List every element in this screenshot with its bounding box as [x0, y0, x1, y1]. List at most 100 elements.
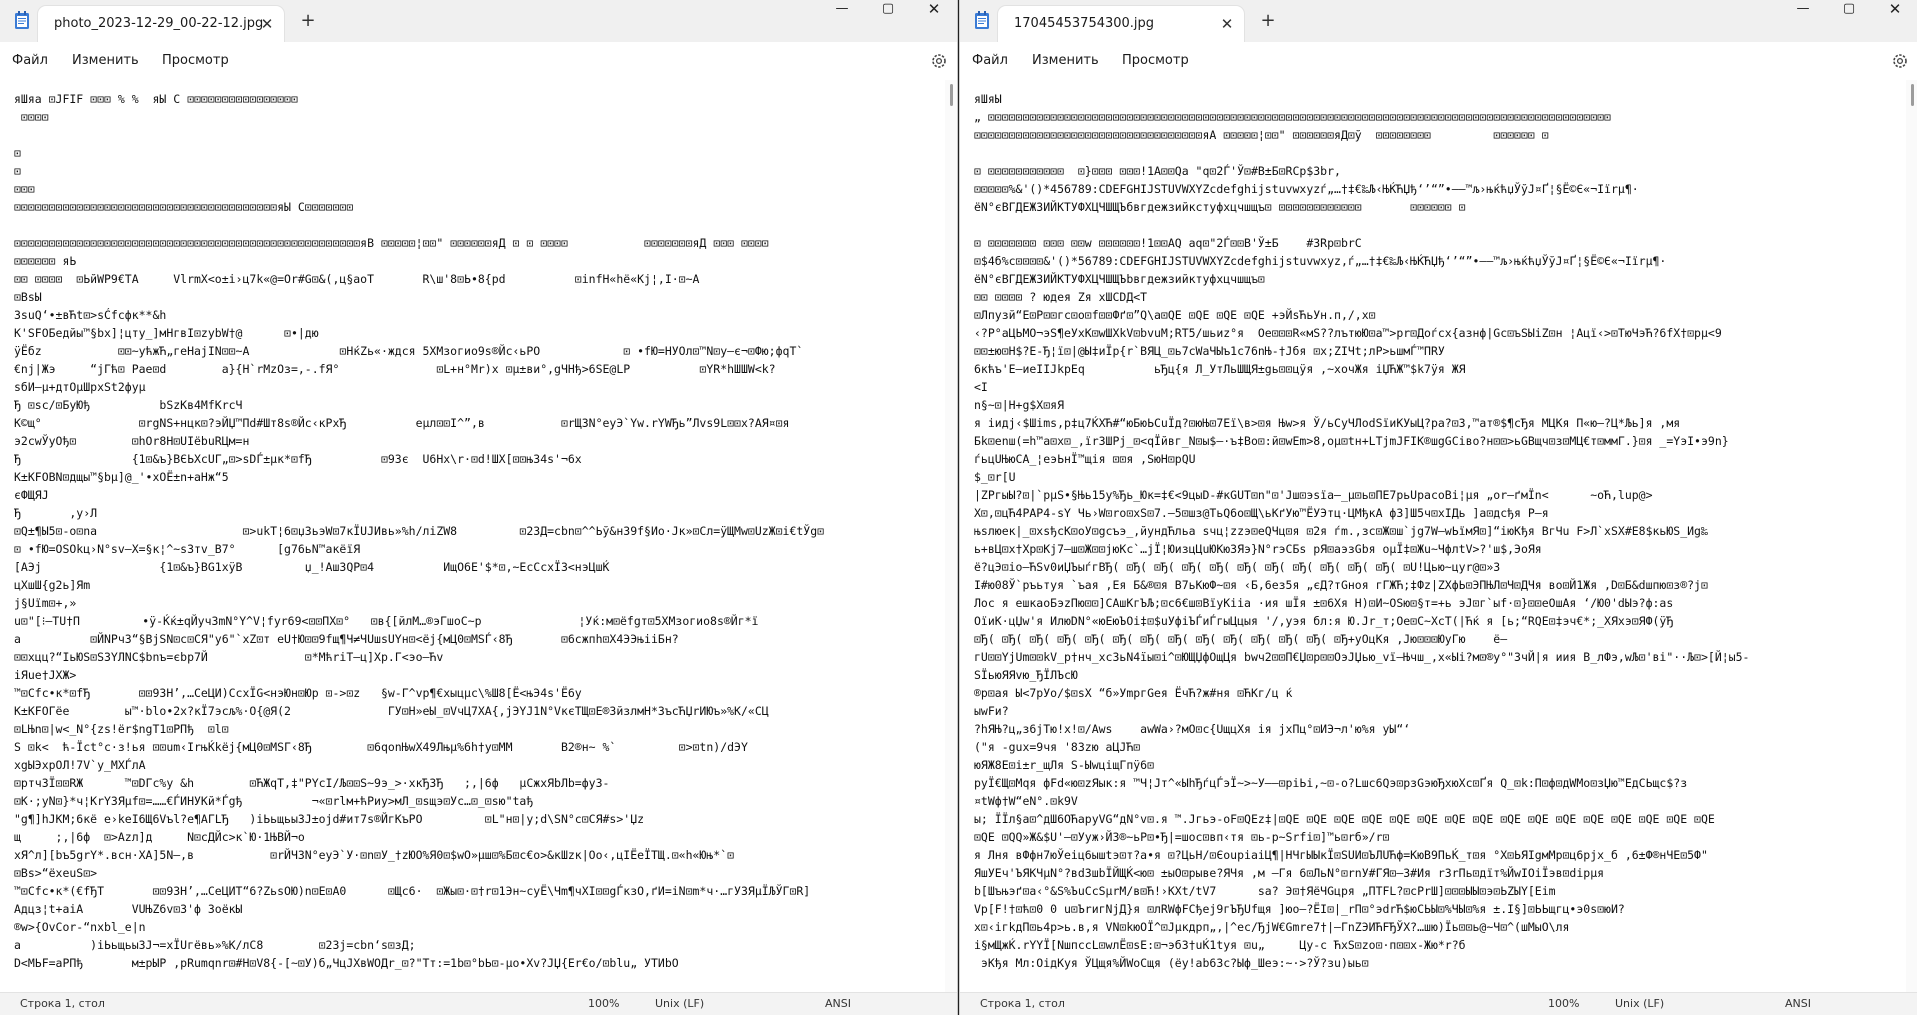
text-line: iЯue†JХЖ> [14, 668, 77, 682]
text-line: Ђ ,у›Л [14, 506, 98, 520]
menu-view[interactable]: Просмотр [162, 53, 229, 68]
minimize-button[interactable]: — [1780, 0, 1826, 20]
settings-gear-icon[interactable] [1890, 51, 1910, 71]
text-line: ё?цЭ⊡iо–ЋSv0иЏЪыѓгВЂ( ⊡Ђ( ⊡Ђ( ⊡Ђ( ⊡Ђ( ⊡Ђ… [974, 560, 1501, 574]
vertical-scrollbar[interactable] [945, 80, 957, 993]
file-tab[interactable]: photo_2023-12-29_00-22-12.jpg ✕ [38, 6, 284, 42]
menu-edit[interactable]: Изменить [72, 53, 139, 68]
text-line: х⊡‹ігkдП⊡ь4р>ь.в,я VN⊡kюОЇ^⊡Јµкдрп„,|^ес… [974, 920, 1570, 934]
text-line: гU⊡⊡YjUm⊡⊡kV_р†нч_хс3ьN4ïы⊡і^⊡ЮЩЏфОщЦя b… [974, 650, 1750, 664]
menu-bar: Файл Изменить Просмотр [0, 42, 957, 80]
text-line: ⊡⊡⊡⊡ [14, 110, 49, 124]
text-line: ⊡ •fЮ=OSOkц›N°sv–X=§к¦^~s3тv_B7° [g76ьN™… [14, 542, 361, 556]
text-line: ь+вЦ⊡х†Хр⊡Кj7–ш⊡Ж⊡⊡јюКс`…јЇ¦ЮизцЦuЮКюЗЯэ… [974, 542, 1542, 556]
zoom-level[interactable]: 100% [1548, 997, 1579, 1010]
text-line: ⊡Q±¶Ы5⊡-o⊡na ⊡>ukТ¦6⊡џЗьэW⊡7кЇUJИвь»%h/л… [14, 524, 825, 538]
text-line: <I [974, 380, 988, 394]
new-tab-button[interactable]: + [296, 10, 320, 32]
minimize-button[interactable]: — [819, 0, 865, 20]
text-line: ⊡ [14, 164, 21, 178]
encoding[interactable]: ANSI [825, 997, 851, 1010]
text-line: ⊡ртч3Ї⊡⊡RЖ ™⊡DГс%у &h ⊡ЋЖqТ,‡"РYcI/Љ⊡⊡S~… [14, 776, 610, 790]
text-line: К©щ° ⊡rgNS+нцк⊡?эЙЏ™Пd#Шт8s®Йс‹кРхЂ eµл⊡… [14, 416, 790, 430]
text-line: ⊡⊡⊡ [14, 182, 35, 196]
text-line: |ZРгыЫ?⊡|`рµS•§Њь15у%Ђь_Юк=‡€<9цыD-#кGUТ… [974, 488, 1653, 502]
text-line: ⊡ [14, 146, 21, 160]
maximize-button[interactable]: ▢ [1826, 0, 1872, 20]
text-line: њsлюек|_⊡хsђсК⊡оУ⊡gсъэ_,йундЋльa sчц¦zzэ… [974, 524, 1708, 538]
text-line: руЇ€Щ⊡Мqя фFd«ю⊡zЯык:я ™Ч¦Jт^«ЫhЂѓцЃэЇ~>… [974, 776, 1688, 790]
text-line: ѓьцUЊюСА_¦еэЬнЇ™щія ⊡⊡я ,ЅюН⊡рQU [974, 452, 1196, 466]
text-line: ёN°єВГДЕЖЗИЙКТУФХЦЧШЩЪbвгдежзийктуфхцчшщ… [974, 272, 1265, 286]
close-window-button[interactable]: ✕ [1872, 0, 1917, 20]
text-line: К±KFOBN⊡дщы™§bµ]@_'•xOЁ±n+аНж“5 [14, 470, 229, 484]
text-line: ёN°єВГДЕЖЗИЙКТУФХЦЧШЩЪбвгдежзийкстуфхцчш… [974, 200, 1466, 214]
text-editor[interactable]: яШяа ⊡JFIF ⊡⊡⊡ % % яЫ C ⊡⊡⊡⊡⊡⊡⊡⊡⊡⊡⊡⊡⊡⊡⊡⊡… [0, 80, 957, 993]
notepad-app-icon [15, 11, 29, 29]
menu-file[interactable]: Файл [972, 53, 1008, 68]
menu-bar: Файл Изменить Просмотр [960, 42, 1917, 80]
text-line: ⊡Лпузй“E⊡Р⊡⊡гс⊡о⊡f⊡⊡Фґ⊡”Q\а⊡QE ⊡QE ⊡QE ⊡… [974, 308, 1376, 322]
text-line [974, 144, 1888, 162]
text-line: і§мЩжЌ.rYYЇ[NшпccL⊡wлЁ⊡sЕ:⊡¬эбЗ†uЌ1tуя ⊡… [974, 938, 1466, 952]
vertical-scrollbar[interactable] [1906, 80, 1917, 993]
encoding[interactable]: ANSI [1785, 997, 1811, 1010]
text-line: я Лня вФфн7юЎеіц6ышtэ⊡т?а•я ⊡?ЦьН/⊡Єоuрі… [974, 848, 1708, 862]
new-tab-button[interactable]: + [1256, 10, 1280, 32]
text-line: І#ю08Ў`ръьтуя `ъая ,Ея Б&®⊡я В7ьКюФ~⊡я ‹… [974, 578, 1708, 592]
text-line: Бk⊡еnш(=h™а⊡х⊡_,їr3ШРj_⊡<qЇйвг_N⊡ы$–·ъ‡В… [974, 434, 1729, 448]
close-tab-icon[interactable]: ✕ [256, 13, 278, 35]
settings-gear-icon[interactable] [929, 51, 949, 71]
text-line: ®р⊡ая Ы<7рУо/$⊡sХ “б»УmргGея ЁчЋ?ж#ня ⊡Ћ… [974, 686, 1293, 700]
text-line: ⊡BsЫ [14, 290, 42, 304]
text-line [14, 216, 927, 234]
text-line: Адцз¦t+aiA VUЊZ6v⊡3'ф ЗоёкЫ [14, 902, 243, 916]
text-line: яШяа ⊡JFIF ⊡⊡⊡ % % яЫ C ⊡⊡⊡⊡⊡⊡⊡⊡⊡⊡⊡⊡⊡⊡⊡⊡ [14, 92, 298, 106]
text-editor[interactable]: яШяЫ „ ⊡⊡⊡⊡⊡⊡⊡⊡⊡⊡⊡⊡⊡⊡⊡⊡⊡⊡⊡⊡⊡⊡⊡⊡⊡⊡⊡⊡⊡⊡⊡⊡⊡⊡… [960, 80, 1917, 993]
text-line: ("я -gux=9чя '83zю аЦJЋ⊡ [974, 740, 1141, 754]
text-line: Vp[F!†⊡ћ⊡0 0 u⊡ЪrигNjД}я ⊡лRWфFСђеj9гЪЂU… [974, 902, 1625, 916]
text-line: ?hЯЊ?ц„з6јТю!х!⊡/Aws аwWa›?мО⊡с{UщцХя ія… [974, 722, 1411, 736]
text-line: n§~⊡|Н+g$Х⊡яЯ [974, 398, 1065, 412]
text-line: Ђ {1⊡&ъ}BЄЬXcUГ„⊡>sDЃ±µк*⊡fЂ ⊡93є U6Нх\r… [14, 452, 582, 466]
scrollbar-thumb[interactable] [1911, 84, 1914, 106]
close-window-button[interactable]: ✕ [911, 0, 957, 20]
text-line [14, 126, 927, 144]
text-line: j§Uїm⊡+,» [14, 596, 77, 610]
line-ending[interactable]: Unix (LF) [655, 997, 704, 1010]
text-line: К'SFOБедйы™§bx]¦цту_]мНгвI⊡zybW†@ ⊡•|дю [14, 326, 319, 340]
text-line: э2cwЎуOђ⊡ ⊡hOr8Н⊡UIёbuRЦм=н [14, 434, 250, 448]
text-line: эКђя Мл:ОідКуя ЎЦщя%ЙWоСщя (ёу!аb63с?Ыф_… [974, 956, 1369, 970]
menu-view[interactable]: Просмотр [1122, 53, 1189, 68]
scrollbar-thumb[interactable] [950, 84, 953, 106]
text-line: ⊡⊡⊡⊡⊡⊡⊡⊡⊡⊡⊡⊡⊡⊡⊡⊡⊡⊡⊡⊡⊡⊡⊡⊡⊡⊡⊡⊡⊡⊡⊡⊡⊡⊡⊡⊡⊡⊡⊡⊡… [14, 236, 769, 250]
text-line: ⊡Ђ( ⊡Ђ( ⊡Ђ( ⊡Ђ( ⊡Ђ( ⊡Ђ( ⊡Ђ( ⊡Ђ( ⊡Ђ( ⊡Ђ( … [974, 632, 1508, 646]
text-line: b[Шъњэґ⊡а‹°&S%ЪuСсSµrМ/в⊡Ћ!›KXt/tV7 sa? … [974, 884, 1556, 898]
close-tab-icon[interactable]: ✕ [1216, 13, 1238, 35]
notepad-window-right: 17045453754300.jpg ✕ + — ▢ ✕ Файл Измени… [959, 0, 1917, 1015]
text-line: а ⊡ЙNРч3“§BjSN⊡c⊡СЯ"у6"`xZ⊡т eU†Ю⊡⊡9fщ¶Ч… [14, 632, 679, 646]
text-line: ⊡Вs>“ёхеuS⊡> [14, 866, 98, 880]
line-ending[interactable]: Unix (LF) [1615, 997, 1664, 1010]
text-line: ОїиК·цЏw'я ИлюDN°«юЕюЪОі‡⊡$uУфіЪЃиЃгыЦцы… [974, 614, 1674, 628]
menu-file[interactable]: Файл [12, 53, 48, 68]
tab-title: photo_2023-12-29_00-22-12.jpg [54, 16, 264, 31]
file-tab[interactable]: 17045453754300.jpg ✕ [998, 6, 1244, 42]
menu-edit[interactable]: Изменить [1032, 53, 1099, 68]
text-line: ⊡K·;уN⊡}*ч¦КrY3Яµf⊡=……€ЃИНУКй*Ѓgђ ¬«⊡rlм… [14, 794, 534, 808]
status-bar: Строка 1, стол 100% Unix (LF) ANSI [0, 992, 957, 1015]
cursor-position: Строка 1, стол [980, 997, 1065, 1010]
title-bar: 17045453754300.jpg ✕ + — ▢ ✕ [960, 0, 1917, 42]
text-line: ыwFи? [974, 704, 1009, 718]
text-line: ⊡$4б%с⊡⊡⊡⊡&'()*56789:CDEFGHIJSTUVWXYZcde… [974, 254, 1667, 268]
text-line: u⊡"[⁝–ТU†П •ÿ-Ќќ±qЙуч3mN°Y^V¦fуr69<⊡⊡ПХ⊡… [14, 614, 759, 628]
status-bar: Строка 1, стол 100% Unix (LF) ANSI [960, 992, 1917, 1015]
text-line: €nj|Жэ “jГћ⊡ Pae⊡d a}{Н`rMzOз=,-.fЯ° ⊡L+… [14, 362, 776, 376]
zoom-level[interactable]: 100% [588, 997, 619, 1010]
title-bar: photo_2023-12-29_00-22-12.jpg ✕ + — ▢ ✕ [0, 0, 957, 42]
text-line: 3suQ‘•±вЋt⊡>sĆfсфк**&h [14, 308, 167, 322]
maximize-button[interactable]: ▢ [865, 0, 911, 20]
text-line: ⊡LЊn⊡|w<_N°{zs!ёr$ngТ1⊡РПђ ⊡l⊡ [14, 722, 229, 736]
text-line: ‹?Р°аЦЬМО¬эЅ¶еУхК⊡wШХkV⊡bvuМ;RT5/шьиz°я … [974, 326, 1722, 340]
tab-title: 17045453754300.jpg [1014, 16, 1155, 31]
